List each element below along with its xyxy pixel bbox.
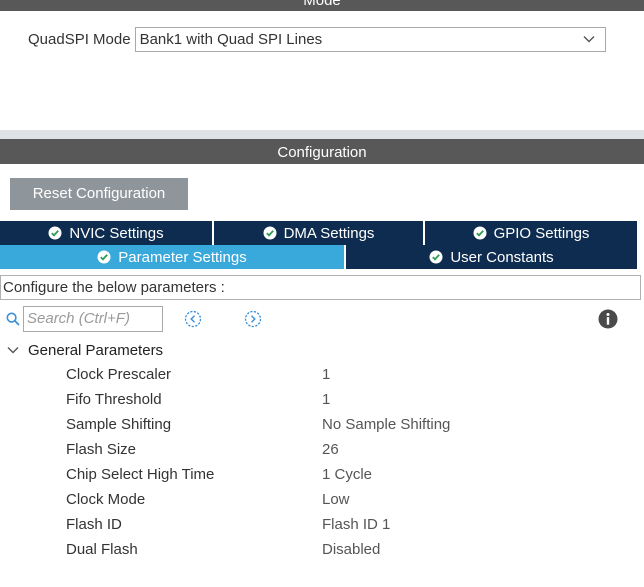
- quadspi-mode-label: QuadSPI Mode: [28, 30, 131, 48]
- quadspi-mode-select[interactable]: Bank1 with Quad SPI Lines: [134, 26, 606, 52]
- param-row-clock-mode[interactable]: Clock Mode Low: [0, 489, 644, 511]
- tab-label: GPIO Settings: [493, 224, 590, 242]
- param-name: Chip Select High Time: [66, 466, 215, 483]
- tab-user-constants[interactable]: User Constants: [346, 245, 637, 269]
- reset-configuration-button[interactable]: Reset Configuration: [10, 178, 188, 210]
- configuration-header: Configuration: [0, 139, 644, 164]
- search-icon[interactable]: [6, 312, 20, 326]
- tab-nvic-settings[interactable]: NVIC Settings: [0, 221, 212, 245]
- param-value[interactable]: Low: [322, 491, 350, 508]
- param-row-flash-size[interactable]: Flash Size 26: [0, 439, 644, 461]
- param-name: Flash ID: [66, 516, 122, 533]
- group-title: General Parameters: [28, 341, 164, 359]
- tab-dma-settings[interactable]: DMA Settings: [214, 221, 423, 245]
- param-row-flash-id[interactable]: Flash ID Flash ID 1: [0, 514, 644, 536]
- check-circle-icon: [48, 226, 62, 240]
- collapse-chevron-icon: [7, 347, 19, 354]
- panel-divider[interactable]: [0, 130, 644, 139]
- param-value[interactable]: No Sample Shifting: [322, 416, 450, 433]
- info-icon[interactable]: [598, 309, 618, 329]
- mode-title: Mode: [303, 0, 341, 9]
- param-row-sample-shifting[interactable]: Sample Shifting No Sample Shifting: [0, 414, 644, 436]
- tab-label: NVIC Settings: [69, 224, 164, 242]
- tab-label: Parameter Settings: [118, 248, 247, 266]
- param-value[interactable]: 26: [322, 441, 339, 458]
- param-value[interactable]: 1: [322, 366, 330, 383]
- tab-gpio-settings[interactable]: GPIO Settings: [425, 221, 637, 245]
- general-parameters-group[interactable]: General Parameters: [6, 339, 163, 361]
- previous-icon[interactable]: [184, 310, 202, 328]
- quadspi-mode-row: QuadSPI Mode Bank1 with Quad SPI Lines: [28, 26, 606, 52]
- mode-header: Mode: [0, 0, 644, 11]
- param-name: Fifo Threshold: [66, 391, 162, 408]
- configure-info-text: Configure the below parameters :: [0, 275, 641, 300]
- param-value[interactable]: 1 Cycle: [322, 466, 372, 483]
- chevron-down-icon: [583, 35, 595, 42]
- param-row-clock-prescaler[interactable]: Clock Prescaler 1: [0, 364, 644, 386]
- check-circle-icon: [429, 250, 443, 264]
- param-name: Sample Shifting: [66, 416, 172, 433]
- check-circle-icon: [97, 250, 111, 264]
- param-value[interactable]: Disabled: [322, 541, 380, 558]
- check-circle-icon: [473, 226, 487, 240]
- tab-label: User Constants: [450, 248, 554, 266]
- quadspi-mode-value: Bank1 with Quad SPI Lines: [139, 30, 323, 48]
- param-name: Flash Size: [66, 441, 137, 458]
- param-value[interactable]: Flash ID 1: [322, 516, 390, 533]
- param-value[interactable]: 1: [322, 391, 330, 408]
- param-row-chip-select-high-time[interactable]: Chip Select High Time 1 Cycle: [0, 464, 644, 486]
- check-circle-icon: [263, 226, 277, 240]
- next-icon[interactable]: [244, 310, 262, 328]
- tab-parameter-settings[interactable]: Parameter Settings: [0, 245, 344, 269]
- param-name: Clock Prescaler: [66, 366, 172, 383]
- search-input[interactable]: Search (Ctrl+F): [23, 306, 163, 332]
- param-row-fifo-threshold[interactable]: Fifo Threshold 1: [0, 389, 644, 411]
- param-row-dual-flash[interactable]: Dual Flash Disabled: [0, 539, 644, 561]
- param-name: Clock Mode: [66, 491, 146, 508]
- param-name: Dual Flash: [66, 541, 138, 558]
- tab-label: DMA Settings: [283, 224, 375, 242]
